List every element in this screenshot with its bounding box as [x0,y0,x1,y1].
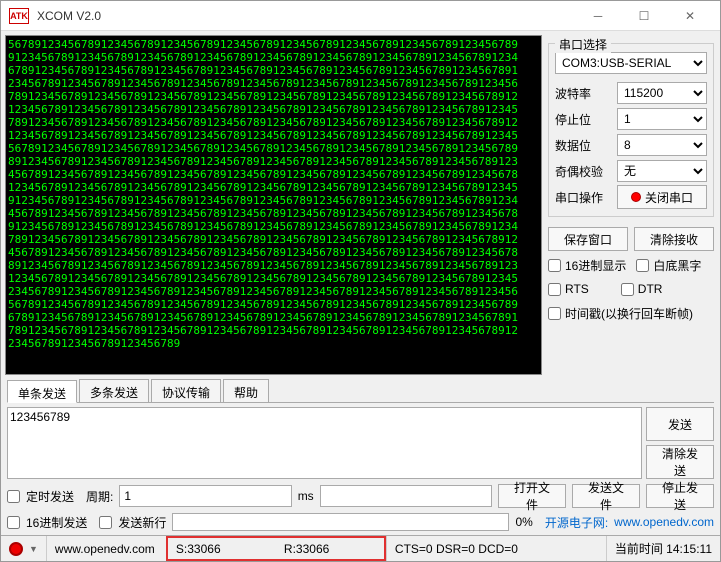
status-url[interactable]: www.openedv.com [46,536,166,561]
op-label: 串口操作 [555,189,611,206]
rts-checkbox[interactable] [548,283,561,296]
stop-label: 停止位 [555,111,611,128]
send-tabs: 单条发送 多条发送 协议传输 帮助 [7,379,714,403]
dtr-checkbox[interactable] [621,283,634,296]
save-window-button[interactable]: 保存窗口 [548,227,628,251]
main-window: ATK XCOM V2.0 ─ ☐ ✕ 56789123456789123456… [0,0,721,562]
tab-multi-send[interactable]: 多条发送 [79,379,149,402]
status-time: 当前时间 14:15:11 [606,536,720,561]
maximize-button[interactable]: ☐ [622,2,666,30]
minimize-button[interactable]: ─ [576,2,620,30]
stop-send-button[interactable]: 停止发送 [646,484,714,508]
timestamp-label: 时间戳(以换行回车断帧) [565,305,693,322]
period-input[interactable] [119,485,291,507]
record-icon[interactable] [9,542,23,556]
status-sent: S:33066 [166,536,276,561]
serial-settings-group: 串口选择 COM3:USB-SERIAL 波特率 115200 停止位 1 数据… [548,43,714,217]
newline-label: 发送新行 [118,514,166,531]
parity-select[interactable]: 无 [617,160,707,182]
open-file-button[interactable]: 打开文件 [498,484,566,508]
titlebar: ATK XCOM V2.0 ─ ☐ ✕ [1,1,720,31]
port-select[interactable]: COM3:USB-SERIAL [555,52,707,74]
hex-display-checkbox[interactable] [548,259,561,272]
progress-bar [172,513,509,531]
link-prefix: 开源电子网: [545,514,608,531]
website-link[interactable]: www.openedv.com [614,515,714,529]
rts-label: RTS [565,282,589,296]
data-label: 数据位 [555,137,611,154]
clear-receive-button[interactable]: 清除接收 [634,227,714,251]
window-title: XCOM V2.0 [37,9,576,23]
send-file-button[interactable]: 发送文件 [572,484,640,508]
close-button[interactable]: ✕ [668,2,712,30]
hex-send-checkbox[interactable] [7,516,20,529]
status-received: R:33066 [276,536,386,561]
baud-select[interactable]: 115200 [617,82,707,104]
stop-select[interactable]: 1 [617,108,707,130]
status-dot-icon [631,192,641,202]
serial-group-title: 串口选择 [555,36,611,53]
white-bg-label: 白底黑字 [653,257,701,274]
tab-help[interactable]: 帮助 [223,379,269,402]
hex-display-label: 16进制显示 [565,257,626,274]
dtr-label: DTR [638,282,663,296]
app-icon: ATK [9,8,29,24]
newline-checkbox[interactable] [99,516,112,529]
percent-label: 0% [515,515,532,529]
period-label: 周期: [86,488,113,505]
terminal-output[interactable]: 5678912345678912345678912345678912345678… [5,35,542,375]
file-path-input[interactable] [320,485,492,507]
dropdown-icon[interactable]: ▼ [29,544,38,554]
ms-label: ms [298,489,314,503]
tab-protocol[interactable]: 协议传输 [151,379,221,402]
data-select[interactable]: 8 [617,134,707,156]
timed-send-label: 定时发送 [26,488,74,505]
parity-label: 奇偶校验 [555,163,611,180]
white-bg-checkbox[interactable] [636,259,649,272]
hex-send-label: 16进制发送 [26,514,87,531]
statusbar: ▼ www.openedv.com S:33066 R:33066 CTS=0 … [1,535,720,561]
send-input[interactable] [7,407,642,479]
tab-single-send[interactable]: 单条发送 [7,380,77,403]
baud-label: 波特率 [555,85,611,102]
status-flags: CTS=0 DSR=0 DCD=0 [386,536,606,561]
toggle-port-button[interactable]: 关闭串口 [617,185,707,209]
send-button[interactable]: 发送 [646,407,714,441]
timed-send-checkbox[interactable] [7,490,20,503]
clear-send-button[interactable]: 清除发送 [646,445,714,479]
timestamp-checkbox[interactable] [548,307,561,320]
